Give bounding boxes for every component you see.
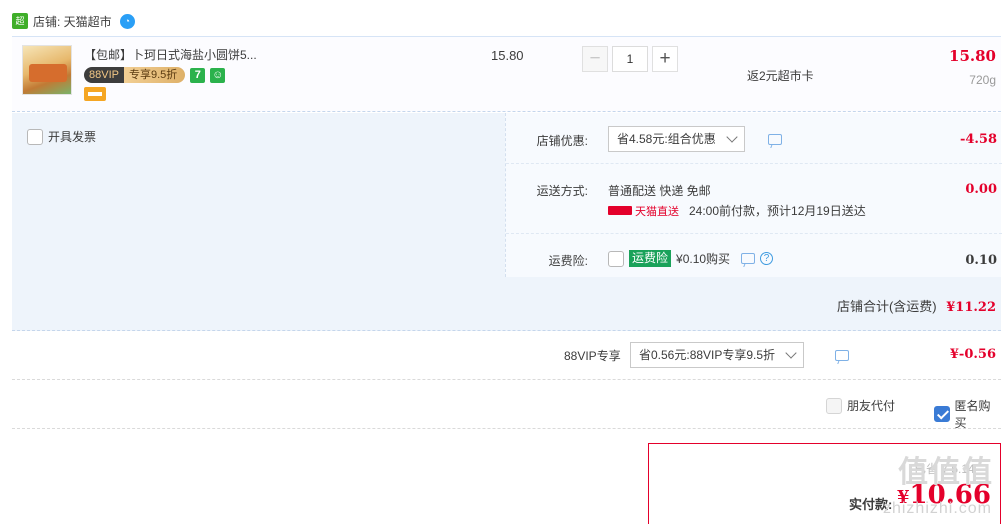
shipping-method: 普通配送 快递 免邮 xyxy=(608,184,711,198)
product-title[interactable]: 【包邮】卜珂日式海盐小圆饼5... xyxy=(84,46,257,63)
payment-summary-box: 已省 ¥ 5.14 实付款: ¥10.66 值值值 zhizhizhi.com xyxy=(648,443,1001,524)
shipping-row: 运送方式: 普通配送 快递 免邮 天猫直送 24:00前付款，预计12月19日送… xyxy=(506,164,1002,234)
unit-price: 15.80 xyxy=(491,48,524,63)
product-image-detail xyxy=(29,64,67,82)
friend-pay-option[interactable]: 朋友代付 xyxy=(826,397,895,414)
invoice-panel: 开具发票 xyxy=(12,113,505,277)
insurance-label: 运费险: xyxy=(548,254,588,268)
shop-subtotal: 店铺合计(含运费) ¥11.22 xyxy=(837,296,996,315)
delivery-info: 天猫直送 24:00前付款，预计12月19日送达 xyxy=(608,202,866,219)
invoice-label: 开具发票 xyxy=(48,130,97,144)
chevron-down-icon xyxy=(785,347,797,359)
payment-options-row: 朋友代付 匿名购买 xyxy=(12,380,1001,431)
tmall-logo-icon xyxy=(608,206,632,215)
seven-day-return-icon: 7 xyxy=(190,67,206,83)
invoice-option[interactable]: 开具发票 xyxy=(27,128,96,145)
vip-discount-select[interactable]: 省0.56元:88VIP专享9.5折 xyxy=(630,342,805,368)
order-details-panel: 开具发票 店铺优惠: 省4.58元:组合优惠 -4.58 运送方式: 普通配送 … xyxy=(12,113,1002,331)
friend-pay-checkbox[interactable] xyxy=(826,397,842,414)
shop-discount-select[interactable]: 省4.58元:组合优惠 xyxy=(608,126,745,152)
tmall-direct-label: 天猫直送 xyxy=(635,205,679,218)
vip-discount-tag: 88VIP 专享9.5折 7 ☺ xyxy=(84,67,226,83)
message-icon[interactable] xyxy=(741,253,756,264)
tmall-supermarket-icon: 超市 xyxy=(12,13,28,42)
anonymous-label: 匿名购买 xyxy=(954,399,991,430)
quantity-input[interactable]: 1 xyxy=(612,46,648,72)
shop-header: 超市 店铺: 天猫超市 ◔ xyxy=(12,10,135,42)
rebate-text: 返2元超市卡 xyxy=(747,69,814,83)
insurance-tag: 运费险 xyxy=(629,250,672,267)
watermark-url: zhizhizhi.com xyxy=(882,500,992,517)
order-options-panel: 店铺优惠: 省4.58元:组合优惠 -4.58 运送方式: 普通配送 快递 免邮… xyxy=(505,113,1002,277)
insurance-option[interactable]: 运费险 ¥0.10购买 ? xyxy=(608,250,774,267)
guarantee-icon: ☺ xyxy=(210,67,226,83)
decrease-quantity-button[interactable]: − xyxy=(582,46,608,72)
tmall-direct-tag: 天猫直送 xyxy=(608,203,679,219)
vip-discount-amount: ¥-0.56 xyxy=(949,347,996,362)
help-icon[interactable]: ? xyxy=(760,252,774,265)
insurance-row: 运费险: 运费险 ¥0.10购买 ? 0.10 xyxy=(506,234,1002,277)
product-thumbnail[interactable] xyxy=(22,45,72,95)
watermark: 值值值 xyxy=(898,456,994,489)
delivery-eta: 24:00前付款，预计12月19日送达 xyxy=(689,204,866,218)
shop-subtotal-amount: ¥11.22 xyxy=(946,300,996,315)
credit-card-icon xyxy=(84,87,106,101)
shop-name[interactable]: 店铺: 天猫超市 xyxy=(33,13,112,30)
vip-tag-left: 88VIP xyxy=(84,67,124,83)
friend-pay-label: 朋友代付 xyxy=(847,399,896,413)
vip-discount-label: 88VIP专享 xyxy=(564,349,621,363)
quantity-stepper: − 1 + xyxy=(582,46,678,72)
vip-discount-value: 省0.56元:88VIP专享9.5折 xyxy=(639,348,776,362)
vip-tag-right: 专享9.5折 xyxy=(123,67,186,83)
shop-discount-value: 省4.58元:组合优惠 xyxy=(617,132,716,146)
order-item-row: 【包邮】卜珂日式海盐小圆饼5... 88VIP 专享9.5折 7 ☺ 15.80… xyxy=(12,36,1001,112)
item-weight: 720g xyxy=(969,73,996,87)
vip-discount-row: 88VIP专享 省0.56元:88VIP专享9.5折 ¥-0.56 xyxy=(12,331,1001,380)
item-total-price: 15.80 xyxy=(949,47,996,65)
anonymous-option[interactable]: 匿名购买 xyxy=(934,397,1001,431)
insurance-price: ¥0.10购买 xyxy=(676,252,731,266)
shop-subtotal-label: 店铺合计(含运费) xyxy=(836,299,937,314)
ww-chat-icon[interactable]: ◔ xyxy=(119,13,135,29)
message-icon[interactable] xyxy=(768,134,782,145)
shipping-amount: 0.00 xyxy=(965,182,997,197)
increase-quantity-button[interactable]: + xyxy=(652,46,678,72)
shipping-label: 运送方式: xyxy=(536,184,588,198)
anonymous-checkbox[interactable] xyxy=(934,406,950,422)
shop-discount-row: 店铺优惠: 省4.58元:组合优惠 -4.58 xyxy=(506,113,1002,164)
message-icon[interactable] xyxy=(835,350,849,361)
chevron-down-icon xyxy=(726,131,738,143)
shop-discount-amount: -4.58 xyxy=(959,132,997,147)
insurance-checkbox[interactable] xyxy=(608,250,624,267)
invoice-checkbox[interactable] xyxy=(27,128,43,145)
shop-discount-label: 店铺优惠: xyxy=(536,134,588,148)
insurance-amount: 0.10 xyxy=(965,253,997,268)
